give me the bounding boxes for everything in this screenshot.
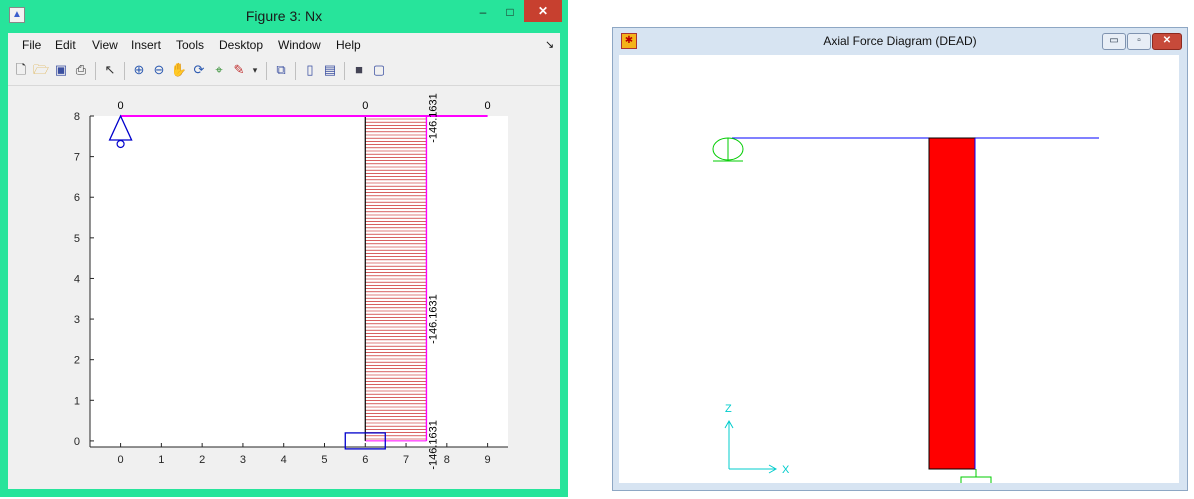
menu-window[interactable]: Window [278,33,321,57]
axis-triad-icon [724,419,778,474]
fixed-support-icon [960,469,992,483]
menu-tools[interactable]: Tools [176,33,204,57]
beam-force-label: 0 [118,100,124,112]
zoom-out-icon[interactable]: ⊖ [150,61,168,79]
toolbar-separator [344,62,345,80]
plot-area[interactable] [90,116,508,447]
column-force-label: -146.1631 [427,294,439,344]
show-plot-tools-icon[interactable]: ▢ [370,61,388,79]
axial-force-diagram: Z X [712,137,1099,483]
nx-axes[interactable]: 0 1 2 3 4 5 6 7 8 9 0 1 2 3 4 5 6 7 8 0 0 0 -146.1631 -146.1631… [8,86,560,489]
figure-canvas: 0 1 2 3 4 5 6 7 8 9 0 1 2 3 4 5 6 7 8 0 0 0 -146.1631 -146.1631… [8,86,560,489]
new-figure-icon[interactable]: 🗋 [12,61,30,79]
y-tick-label: 6 [74,192,80,204]
minimize-button[interactable]: ▭ [1102,33,1126,50]
close-button[interactable]: ✕ [524,0,562,22]
y-tick-label: 5 [74,233,80,245]
y-tick-label: 1 [74,395,80,407]
column-axial-fill[interactable] [928,137,976,470]
close-button[interactable]: ✕ [1152,33,1182,50]
menu-insert[interactable]: Insert [131,33,161,57]
column-force-label: -146.1631 [427,420,439,470]
save-icon[interactable]: ▣ [52,61,70,79]
y-tick-label: 7 [74,152,80,164]
menu-edit[interactable]: Edit [55,33,76,57]
menu-help[interactable]: Help [336,33,361,57]
x-tick-label: 2 [199,454,205,466]
figure-toolbar: 🗋 🗁 ▣ ⎙ ↖ ⊕ ⊖ ✋ ⟳ ⌖ ✎ ▾ ⧉ ▯ ▤ ■ ▢ [8,57,560,86]
y-tick-label: 4 [74,273,80,285]
toolbar-separator [124,62,125,80]
x-tick-label: 7 [403,454,409,466]
x-axis-label: X [782,464,790,476]
pan-hand-icon[interactable]: ✋ [170,61,188,79]
sap-window-title: Axial Force Diagram (DEAD) [823,34,977,48]
menu-desktop[interactable]: Desktop [219,33,263,57]
y-tick-label: 2 [74,355,80,367]
minimize-button[interactable]: – [470,2,496,22]
maximize-button[interactable]: ▫ [1127,33,1151,50]
beam-force-label: 0 [362,100,368,112]
figure-window: ▲ Figure 3: Nx – □ ✕ File Edit View Inse… [0,0,568,497]
toolbar-separator [266,62,267,80]
colorbar-icon[interactable]: ▯ [301,61,319,79]
z-axis-label: Z [725,403,732,415]
menu-file[interactable]: File [22,33,41,57]
y-tick-label: 8 [74,111,80,123]
open-file-icon[interactable]: 🗁 [32,61,50,79]
link-plot-icon[interactable]: ⧉ [272,61,290,79]
x-tick-label: 4 [281,454,287,466]
x-tick-label: 8 [444,454,450,466]
zoom-in-icon[interactable]: ⊕ [130,61,148,79]
figure-titlebar[interactable]: ▲ Figure 3: Nx – □ ✕ [0,0,568,33]
toolbar-separator [95,62,96,80]
x-tick-label: 1 [158,454,164,466]
sap-canvas[interactable]: Z X [619,55,1179,483]
y-tick-label: 0 [74,436,80,448]
x-tick-label: 9 [485,454,491,466]
menu-view[interactable]: View [92,33,118,57]
maximize-button[interactable]: □ [497,2,523,22]
column-force-label: -146.1631 [427,93,439,143]
beam-force-label: 0 [485,100,491,112]
hide-plot-tools-icon[interactable]: ■ [350,61,368,79]
x-tick-label: 3 [240,454,246,466]
figure-menubar: File Edit View Insert Tools Desktop Wind… [8,33,560,57]
sap-window: ✱ Axial Force Diagram (DEAD) ▭ ▫ ✕ Z X [612,27,1188,491]
data-cursor-icon[interactable]: ⌖ [210,61,228,79]
menu-overflow-icon[interactable]: ↘ [545,33,554,57]
brush-dropdown-icon[interactable]: ▾ [246,61,264,79]
rotate-3d-icon[interactable]: ⟳ [190,61,208,79]
x-tick-label: 6 [362,454,368,466]
x-tick-label: 5 [321,454,327,466]
legend-icon[interactable]: ▤ [321,61,339,79]
toolbar-separator [295,62,296,80]
y-tick-label: 3 [74,314,80,326]
edit-plot-arrow-icon[interactable]: ↖ [101,61,119,79]
left-support-icon [712,137,744,162]
x-tick-label: 0 [118,454,124,466]
print-icon[interactable]: ⎙ [72,61,90,79]
